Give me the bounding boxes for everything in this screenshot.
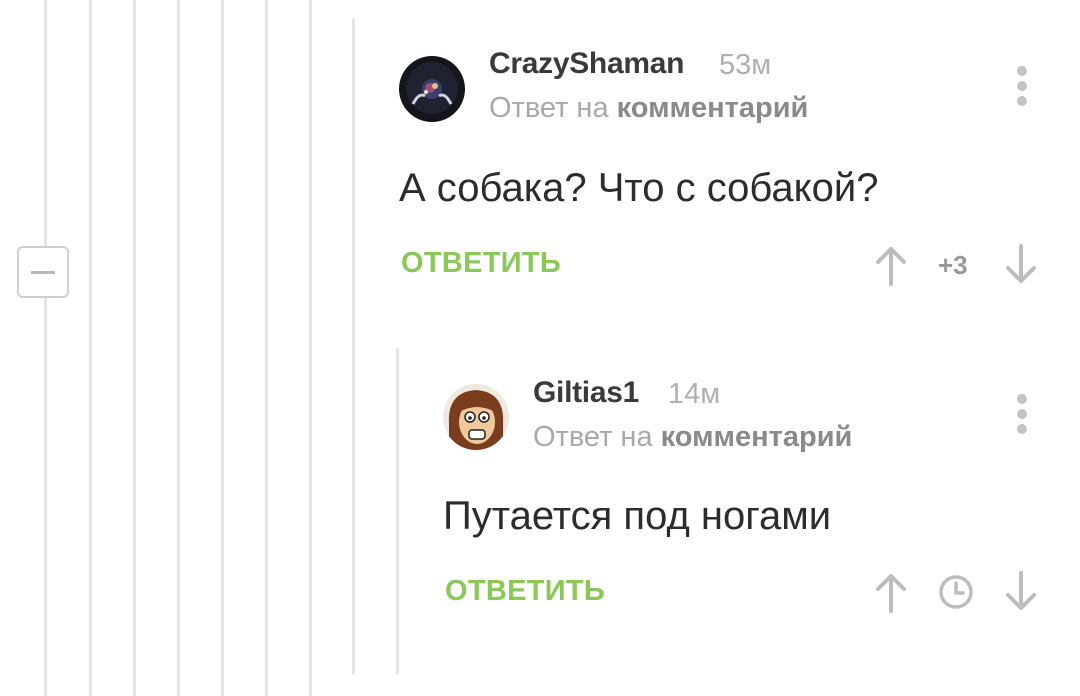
comment-text: А собака? Что с собакой? [399, 166, 879, 210]
thread-line [44, 0, 47, 696]
thread-line [177, 0, 180, 696]
comment-text: Путается под ногами [443, 494, 832, 538]
thread-line [89, 0, 92, 696]
reply-button[interactable]: ОТВЕТИТЬ [401, 247, 561, 280]
username[interactable]: CrazyShaman [489, 47, 684, 81]
reply-button[interactable]: ОТВЕТИТЬ [445, 575, 605, 608]
arrow-down-icon[interactable] [1003, 244, 1039, 291]
avatar[interactable] [399, 56, 465, 122]
reply-target-link[interactable]: комментарий [661, 421, 853, 453]
arrow-down-icon[interactable] [1003, 571, 1039, 618]
more-vertical-icon[interactable] [1007, 391, 1037, 437]
comment-time: 14м [668, 378, 721, 410]
collapse-minus-icon [31, 271, 55, 274]
arrow-up-icon[interactable] [873, 571, 909, 618]
reply-to-text: Ответ на комментарий [533, 421, 852, 454]
thread-line [309, 0, 312, 696]
more-vertical-icon[interactable] [1007, 63, 1037, 109]
reply-prefix: Ответ на [489, 92, 609, 124]
thread-line [265, 0, 268, 696]
arrow-up-icon[interactable] [873, 244, 909, 291]
thread-line [221, 0, 224, 696]
thread-line [352, 18, 355, 674]
reply-target-link[interactable]: комментарий [617, 92, 809, 124]
username[interactable]: Giltias1 [533, 376, 639, 410]
avatar[interactable] [443, 384, 509, 450]
comment-time: 53м [719, 49, 772, 81]
thread-line [396, 348, 399, 674]
collapse-thread-button[interactable] [17, 246, 69, 298]
reply-prefix: Ответ на [533, 421, 653, 453]
rating-value: +3 [938, 250, 968, 280]
clock-icon [938, 574, 974, 615]
thread-line [133, 0, 136, 696]
reply-to-text: Ответ на комментарий [489, 92, 808, 125]
